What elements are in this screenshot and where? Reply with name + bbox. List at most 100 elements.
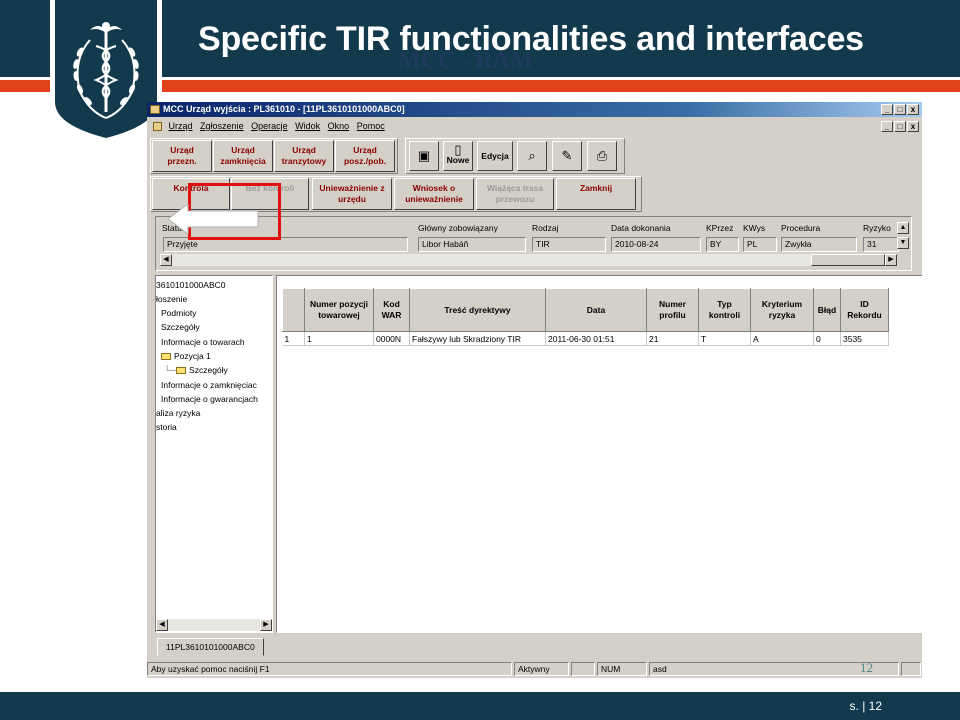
- menu-widok[interactable]: Widok: [295, 121, 320, 131]
- header-horizontal-scrollbar[interactable]: [160, 254, 897, 266]
- slide-title: Specific TIR functionalities and interfa…: [198, 20, 864, 58]
- tree-item-details[interactable]: Szczegóły: [161, 322, 200, 332]
- row-number-cell: 1: [282, 331, 305, 346]
- invalidate-button[interactable]: Unieważnienie z urzędu: [312, 178, 392, 210]
- footer-band: [0, 692, 960, 720]
- tree-scroll-left-button[interactable]: ◀: [156, 619, 168, 631]
- presentation-slide: MCC - RAM Specific TIR functionalities a…: [0, 0, 960, 720]
- tab-declaration[interactable]: 11PL3610101000ABC0: [157, 638, 264, 656]
- tree-item-item-1[interactable]: Pozycja 1: [161, 351, 211, 361]
- vertical-scroll-up-button[interactable]: ▲: [897, 222, 909, 234]
- stamp-button[interactable]: ✎: [552, 141, 582, 171]
- folder-icon: [161, 353, 171, 360]
- control-type-cell: T: [698, 331, 751, 346]
- invalidation-request-button[interactable]: Wniosek o unieważnienie: [394, 178, 474, 210]
- procedure-field: Zwykła: [781, 237, 857, 252]
- scroll-left-button[interactable]: ◀: [160, 254, 172, 266]
- document-icon: [153, 122, 162, 132]
- risk-criterion-header[interactable]: Kryterium ryzyka: [750, 288, 814, 332]
- tree-item-declaration-id[interactable]: 3610101000ABC0: [156, 280, 225, 290]
- row-number-header: [282, 288, 305, 332]
- risk-label: Ryzyko: [863, 223, 891, 233]
- window-titlebar: MCC Urząd wyjścia : PL361010 - [11PL3610…: [147, 102, 922, 117]
- tree-horizontal-scrollbar[interactable]: [156, 619, 272, 631]
- folder-icon: [176, 367, 187, 374]
- procedure-label: Procedura: [781, 223, 821, 233]
- declaration-tree: 3610101000ABC0 łoszenie Podmioty Szczegó…: [155, 275, 273, 633]
- tree-connector: └─: [164, 365, 177, 375]
- edit-button[interactable]: Edycja: [477, 141, 513, 171]
- tree-scroll-right-button[interactable]: ▶: [260, 619, 272, 631]
- new-document-icon: ▯: [454, 142, 462, 157]
- office-intermediate-button[interactable]: Urząd posz./pob.: [335, 140, 395, 172]
- menu-pomoc[interactable]: Pomoc: [357, 121, 385, 131]
- transit-country-field: BY: [706, 237, 739, 252]
- risk-directives-grid: Numer pozycji towarowej Kod WAR Treść dy…: [276, 275, 922, 633]
- vertical-scroll-down-button[interactable]: ▼: [897, 237, 909, 249]
- office-transit-button[interactable]: Urząd tranzytowy: [274, 140, 334, 172]
- error-header[interactable]: Błąd: [813, 288, 841, 332]
- minimize-button[interactable]: _: [881, 104, 893, 115]
- printer-icon: ⎙: [596, 148, 608, 163]
- menu-urzad[interactable]: Urząd: [169, 121, 193, 131]
- control-type-header[interactable]: Typ kontroli: [698, 288, 751, 332]
- office-destination-button[interactable]: Urząd przezn.: [152, 140, 212, 172]
- date-field: 2010-08-24: [611, 237, 701, 252]
- office-closing-button[interactable]: Urząd zamknięcia: [213, 140, 273, 172]
- risk-criterion-cell: A: [750, 331, 814, 346]
- watermark-number: 12: [860, 660, 873, 675]
- tree-item-seals-info[interactable]: Informacje o zamknięciac: [161, 380, 257, 390]
- record-id-header[interactable]: ID Rekordu: [840, 288, 889, 332]
- date-label: Data dokonania: [611, 223, 671, 233]
- child-maximize-button[interactable]: □: [894, 121, 906, 132]
- table-header-row: Numer pozycji towarowej Kod WAR Treść dy…: [282, 288, 889, 332]
- tree-item-parties[interactable]: Podmioty: [161, 308, 196, 318]
- table-row[interactable]: 1 1 0000N Fałszywy lub Skradziony TIR 20…: [282, 331, 889, 346]
- search-button[interactable]: ⌕: [517, 141, 547, 171]
- close-declaration-button[interactable]: Zamknij: [556, 178, 636, 210]
- binoculars-icon: ⌕: [528, 148, 536, 163]
- dispatch-country-field: PL: [743, 237, 777, 252]
- status-state: Aktywny: [514, 662, 569, 676]
- item-number-cell: 1: [304, 331, 374, 346]
- tree-item-risk-analysis[interactable]: aliza ryzyka: [156, 408, 200, 418]
- status-num: NUM: [597, 662, 647, 676]
- maximize-button[interactable]: □: [894, 104, 906, 115]
- type-label: Rodzaj: [532, 223, 559, 233]
- tree-item-item-details[interactable]: └─ Szczegóły: [164, 365, 228, 375]
- tree-item-guarantee-info[interactable]: Informacje o gwarancjach: [161, 394, 258, 404]
- scroll-right-button[interactable]: ▶: [885, 254, 897, 266]
- directive-text-header[interactable]: Treść dyrektywy: [409, 288, 546, 332]
- risk-field: 31: [863, 237, 899, 252]
- monitor-button[interactable]: ▣: [409, 141, 439, 171]
- status-empty-1: [571, 662, 595, 676]
- tree-item-goods-info[interactable]: Informacje o towarach: [161, 337, 245, 347]
- error-cell: 0: [813, 331, 841, 346]
- scroll-thumb[interactable]: [811, 254, 885, 266]
- directive-text-cell: Fałszywy lub Skradziony TIR: [409, 331, 546, 346]
- print-button[interactable]: ⎙: [587, 141, 617, 171]
- record-id-cell: 3535: [840, 331, 889, 346]
- directives-table: Numer pozycji towarowej Kod WAR Treść dy…: [282, 288, 889, 346]
- menu-operacje[interactable]: Operacje: [251, 121, 288, 131]
- war-code-header[interactable]: Kod WAR: [373, 288, 410, 332]
- type-field: TIR: [532, 237, 606, 252]
- item-number-header[interactable]: Numer pozycji towarowej: [304, 288, 374, 332]
- binding-route-button[interactable]: Wiążąca trasa przewozu: [476, 178, 554, 210]
- dispatch-country-label: KWys: [743, 223, 766, 233]
- menu-zgloszenie[interactable]: Zgłoszenie: [200, 121, 244, 131]
- menu-okno[interactable]: Okno: [328, 121, 350, 131]
- principal-label: Główny zobowiązany: [418, 223, 498, 233]
- child-close-button[interactable]: x: [907, 121, 919, 132]
- monitor-icon: ▣: [417, 148, 431, 163]
- tree-item-history[interactable]: storia: [156, 422, 177, 432]
- page-number: s. | 12: [849, 699, 882, 713]
- date-header[interactable]: Data: [545, 288, 647, 332]
- new-button[interactable]: ▯ Nowe: [443, 141, 473, 171]
- stamp-icon: ✎: [561, 148, 573, 163]
- tree-item-declaration[interactable]: łoszenie: [156, 294, 187, 304]
- profile-number-header[interactable]: Numer profilu: [646, 288, 699, 332]
- window-controls: _ □ x: [881, 104, 919, 115]
- child-minimize-button[interactable]: _: [881, 121, 893, 132]
- close-button[interactable]: x: [907, 104, 919, 115]
